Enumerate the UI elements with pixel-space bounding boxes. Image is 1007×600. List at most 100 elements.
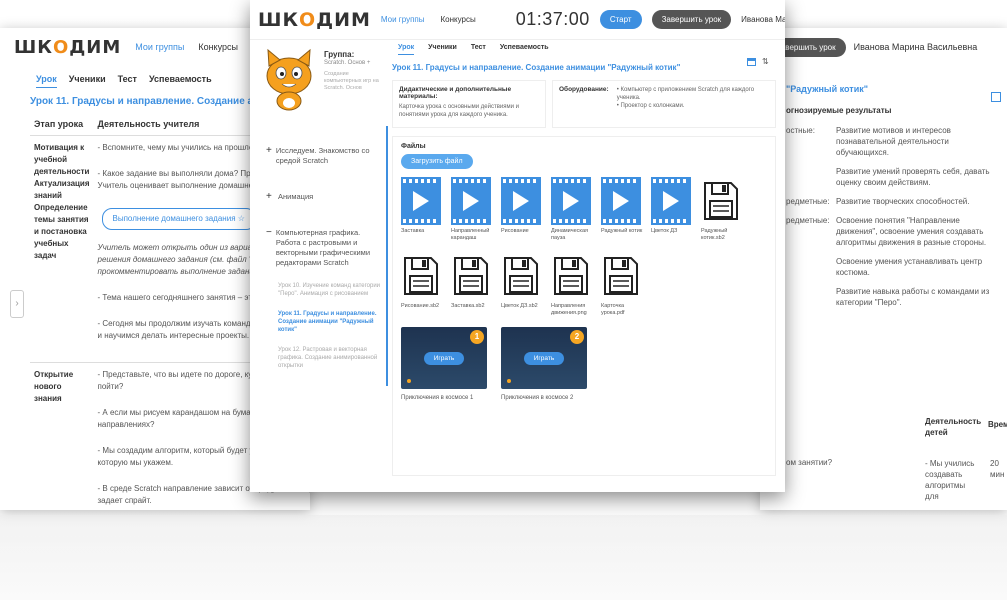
homework-button[interactable]: Выполнение домашнего задания ☆: [101, 208, 256, 230]
bg-left-logo[interactable]: ШКОДИМ: [14, 37, 121, 58]
group-info: Группа: Scratch. Основ + Создание компью…: [324, 46, 384, 114]
result-row: редметные: Освоение понятия "Направление …: [786, 216, 987, 247]
group-label: Группа:: [324, 50, 355, 59]
sort-icon[interactable]: ⇅: [762, 58, 770, 66]
bg-right-header: Завершить урок Иванова Марина Васильевна: [760, 28, 1007, 66]
play-icon: [463, 191, 479, 211]
bg-left-tab-lesson[interactable]: Урок: [36, 74, 57, 88]
play-icon: [413, 191, 429, 211]
result-row: остные: Развитие мотивов и интересов позн…: [786, 126, 951, 157]
time-value: 20 мин: [990, 459, 1005, 479]
scratch-cat-icon: [260, 46, 318, 112]
file-name: Рисование: [501, 228, 529, 234]
lesson-list-item-active[interactable]: Урок 11. Градусы и направление. Создание…: [278, 310, 382, 334]
reflection-strip: [0, 515, 1007, 600]
finish-lesson-button[interactable]: Завершить урок: [651, 10, 732, 29]
video-file-icon: [551, 177, 591, 225]
files-section: Файлы Загрузить файл Заставка Направленны…: [392, 136, 776, 476]
file-name: Радужный котик: [601, 228, 643, 234]
pager-arrow-button[interactable]: ›: [10, 290, 24, 318]
game-thumbnail[interactable]: 1 Играть: [401, 327, 487, 389]
nav-my-groups[interactable]: Мои группы: [381, 15, 425, 24]
game-caption: Приключения в космосе 1: [401, 395, 474, 401]
lesson-tabs: Урок Ученики Тест Успеваемость: [390, 40, 780, 55]
file-name: Цветок ДЗ.sb2: [501, 303, 538, 309]
tab-lesson[interactable]: Урок: [398, 44, 415, 55]
result-row: редметные: Развитие творческих способност…: [786, 197, 970, 206]
star-icon: [407, 379, 411, 383]
file-name: Заставка: [401, 228, 425, 234]
game-card: 2 Играть Приключения в космосе 2: [501, 327, 587, 401]
main-window: ШКОДИМ Мои группы Конкурсы 01:37:00 Стар…: [250, 0, 785, 492]
game-card: 1 Играть Приключения в космосе 1: [401, 327, 487, 401]
file-name: Направленный карандаш: [451, 228, 490, 241]
group-card: Группа: Scratch. Основ + Создание компью…: [256, 42, 388, 118]
lesson-list-item[interactable]: Урок 10. Изучение команд категории "Перо…: [278, 282, 382, 298]
view-icons: ⇅: [747, 58, 770, 66]
file-item[interactable]: Радужный котик.sb2: [701, 177, 745, 242]
file-name: Заставка.sb2: [451, 303, 485, 309]
files-title: Файлы: [401, 143, 426, 150]
tab-test[interactable]: Тест: [471, 44, 486, 55]
group-value[interactable]: Scratch. Основ +: [324, 59, 384, 67]
module-item[interactable]: − Компьютерная графика. Работа с растровы…: [266, 228, 382, 268]
table-view-icon[interactable]: [747, 58, 756, 66]
play-icon: [663, 191, 679, 211]
bg-left-header-stage: Этап урока: [30, 113, 94, 136]
game-thumbnail[interactable]: 2 Играть: [501, 327, 587, 389]
result-row: Освоение умения устанавливать центр кост…: [836, 257, 983, 277]
files-grid: Заставка Направленный карандаш Рисование Ди…: [401, 177, 761, 317]
file-item[interactable]: Цветок ДЗ: [651, 177, 695, 242]
file-item[interactable]: Карточка урока.pdf: [601, 252, 645, 317]
module-item[interactable]: + Исследуем. Знакомство со средой Scratch: [266, 146, 382, 166]
bg-left-nav-contests[interactable]: Конкурсы: [198, 42, 238, 52]
file-item[interactable]: Рисование: [501, 177, 545, 242]
file-item[interactable]: Радужный котик: [601, 177, 645, 242]
bg-left-nav-my-groups[interactable]: Мои группы: [135, 42, 184, 52]
play-button[interactable]: Играть: [523, 351, 565, 365]
start-button[interactable]: Старт: [599, 10, 642, 29]
upload-file-button[interactable]: Загрузить файл: [401, 154, 473, 169]
background-window-right: Завершить урок Иванова Марина Васильевна…: [760, 28, 1007, 510]
file-item[interactable]: Цветок ДЗ.sb2: [501, 252, 545, 317]
file-item[interactable]: Заставка.sb2: [451, 252, 495, 317]
play-button[interactable]: Играть: [423, 351, 465, 365]
floppy-disk-icon: [701, 177, 741, 225]
video-file-icon: [601, 177, 641, 225]
materials-box: Дидактические и дополнительные материалы…: [392, 80, 546, 128]
play-icon: [613, 191, 629, 211]
group-subtitle: Создание компьютерных игр на Scratch. Ос…: [324, 71, 379, 91]
module-item[interactable]: + Анимация: [266, 192, 382, 202]
file-name: Динамическая пауза: [551, 228, 588, 241]
nav-contests[interactable]: Конкурсы: [441, 15, 476, 24]
bg-left-tab-progress[interactable]: Успеваемость: [149, 74, 212, 88]
materials-title: Дидактические и дополнительные материалы…: [399, 86, 512, 100]
lesson-list-item[interactable]: Урок 12. Растровая и векторная графика. …: [278, 346, 382, 370]
video-file-icon: [401, 177, 441, 225]
play-icon: [563, 191, 579, 211]
module-scrollbar[interactable]: [386, 126, 388, 386]
bg-right-lesson-title: "Радужный котик": [786, 84, 869, 94]
bg-left-stage-cell: Открытие нового знания: [34, 370, 74, 403]
question-text: ом занятии?: [786, 458, 833, 467]
app-logo[interactable]: ШКОДИМ: [258, 9, 371, 31]
bg-left-tab-students[interactable]: Ученики: [69, 74, 106, 88]
file-item[interactable]: Рисование.sb2: [401, 252, 445, 317]
bg-left-tab-test[interactable]: Тест: [118, 74, 137, 88]
video-file-icon: [651, 177, 691, 225]
list-item: Компьютер с приложением Scratch для кажд…: [617, 86, 769, 102]
file-name: Цветок ДЗ: [651, 228, 678, 234]
file-item[interactable]: Заставка: [401, 177, 445, 242]
file-item[interactable]: Направления движения.png: [551, 252, 595, 317]
file-name: Карточка урока.pdf: [601, 303, 625, 316]
left-column: Группа: Scratch. Основ + Создание компью…: [256, 42, 388, 482]
tab-students[interactable]: Ученики: [428, 44, 457, 55]
tab-progress[interactable]: Успеваемость: [500, 44, 549, 55]
games-row: 1 Играть Приключения в космосе 1 2 Играт…: [401, 327, 767, 401]
lesson-content: Урок Ученики Тест Успеваемость Урок 11. …: [390, 40, 780, 490]
grid-view-icon[interactable]: [991, 92, 1001, 102]
floppy-disk-icon: [551, 252, 591, 300]
file-item[interactable]: Направленный карандаш: [451, 177, 495, 242]
file-item[interactable]: Динамическая пауза: [551, 177, 595, 242]
module-list: + Исследуем. Знакомство со средой Scratch…: [256, 126, 388, 482]
